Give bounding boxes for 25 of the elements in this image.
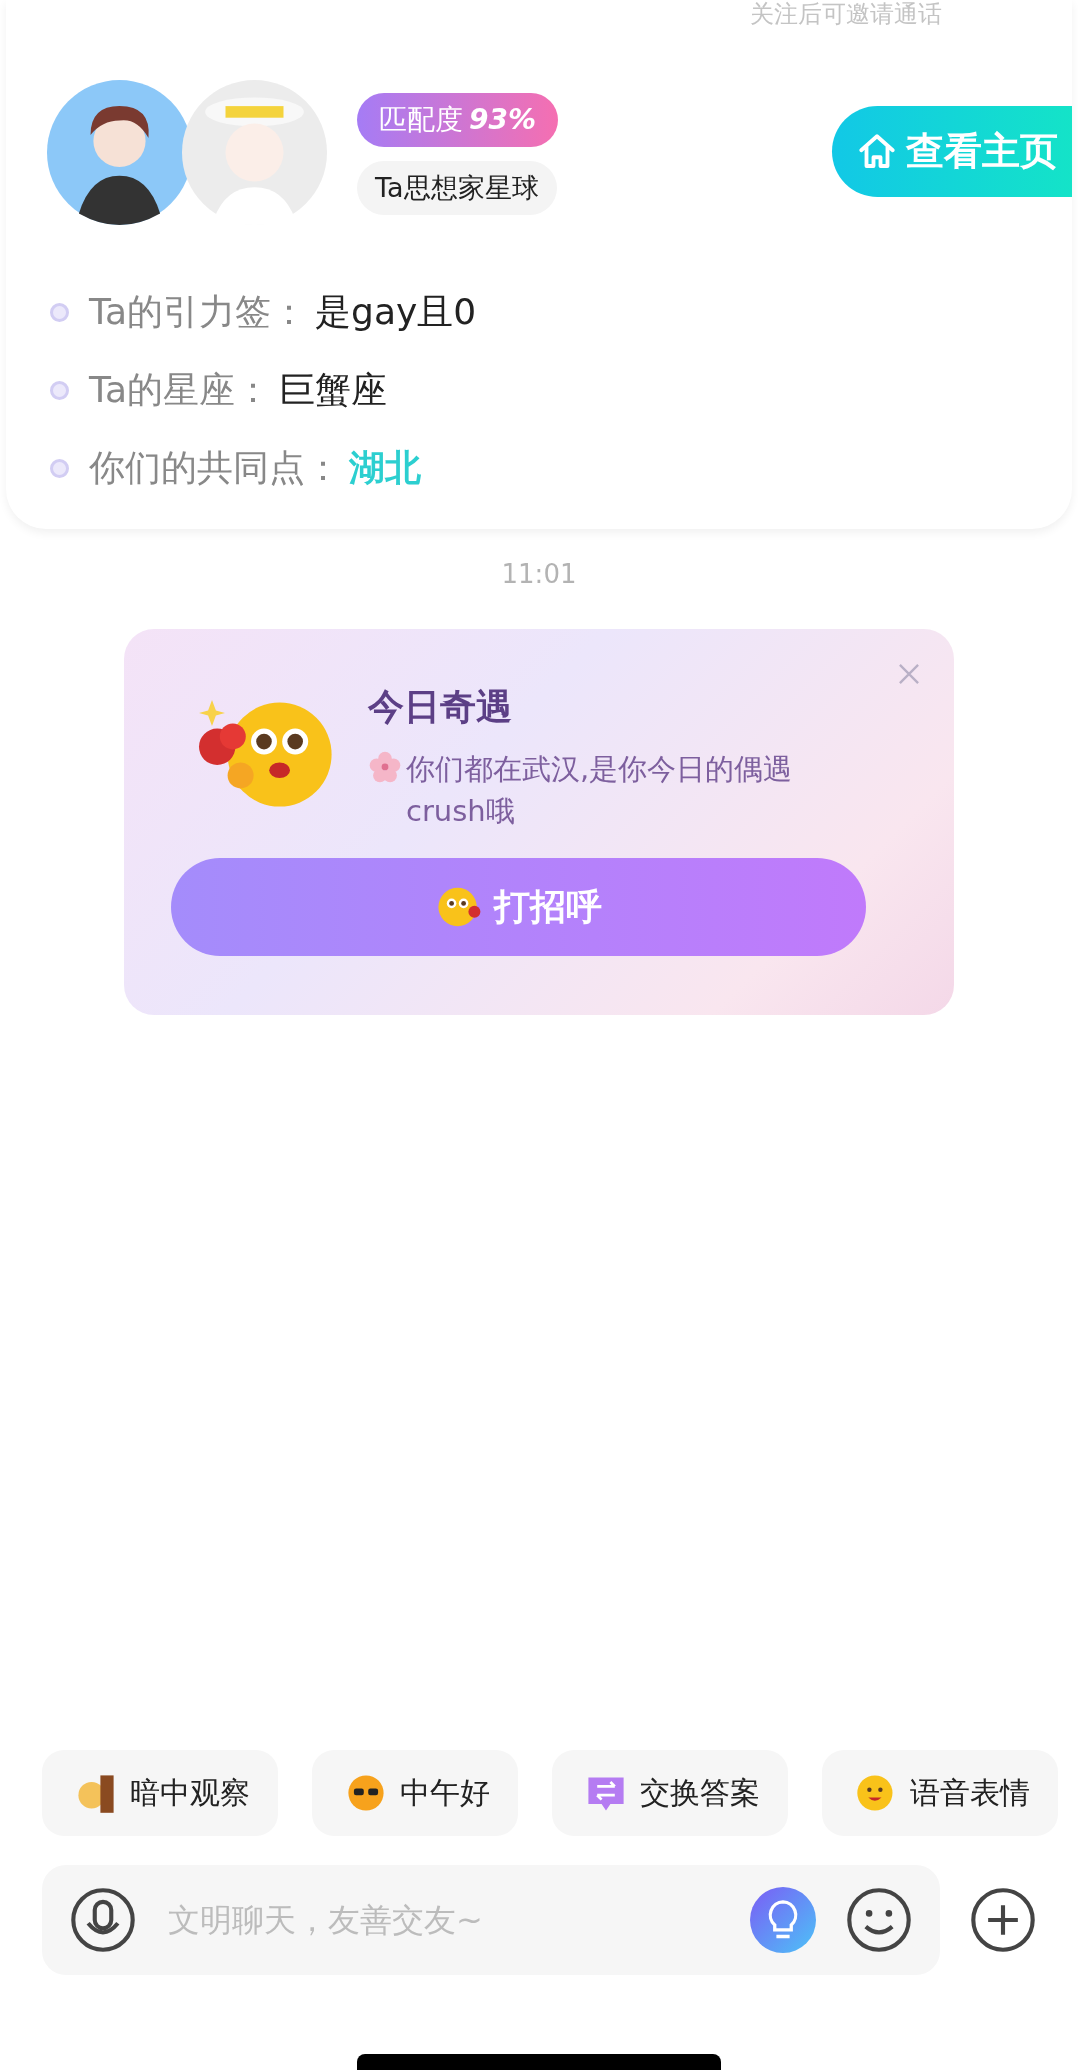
fact-label: Ta的引力签： [89, 291, 308, 333]
call-hint: 关注后可邀请通话 [750, 0, 942, 28]
microphone-icon[interactable] [70, 1887, 136, 1953]
fact-value: 湖北 [349, 447, 421, 489]
timestamp: 11:01 [500, 559, 578, 589]
bullet-dot-icon [50, 458, 69, 478]
ai-lightbulb-icon[interactable] [750, 1887, 816, 1953]
quick-reply-chip[interactable]: 语音表情 [822, 1750, 1058, 1836]
quick-reply-chip[interactable]: 暗中观察 [42, 1750, 278, 1836]
fact-label: Ta的星座： [89, 369, 272, 411]
match-badge: 匹配度 93% [357, 93, 559, 147]
fact-label: 你们的共同点： [89, 447, 341, 489]
fact-value: 巨蟹座 [279, 369, 388, 411]
fact-value: 是gay且0 [315, 291, 477, 333]
quick-reply-chip[interactable]: 中午好 [312, 1750, 518, 1836]
encounter-message: 你们都在武汉,是你今日的偶遇crush哦 [406, 751, 794, 830]
message-input-field[interactable]: 文明聊天，友善交友~ [166, 1900, 720, 1940]
planet-tag: Ta思想家星球 [357, 161, 557, 215]
bullet-dot-icon [50, 380, 69, 400]
quick-reply-chip[interactable]: 交换答案 [552, 1750, 788, 1836]
add-icon[interactable] [970, 1887, 1036, 1953]
bullet-dot-icon [50, 302, 69, 322]
encounter-title: 今日奇遇 [368, 685, 513, 729]
emoji-icon[interactable] [846, 1887, 912, 1953]
blossom-icon [368, 750, 402, 784]
